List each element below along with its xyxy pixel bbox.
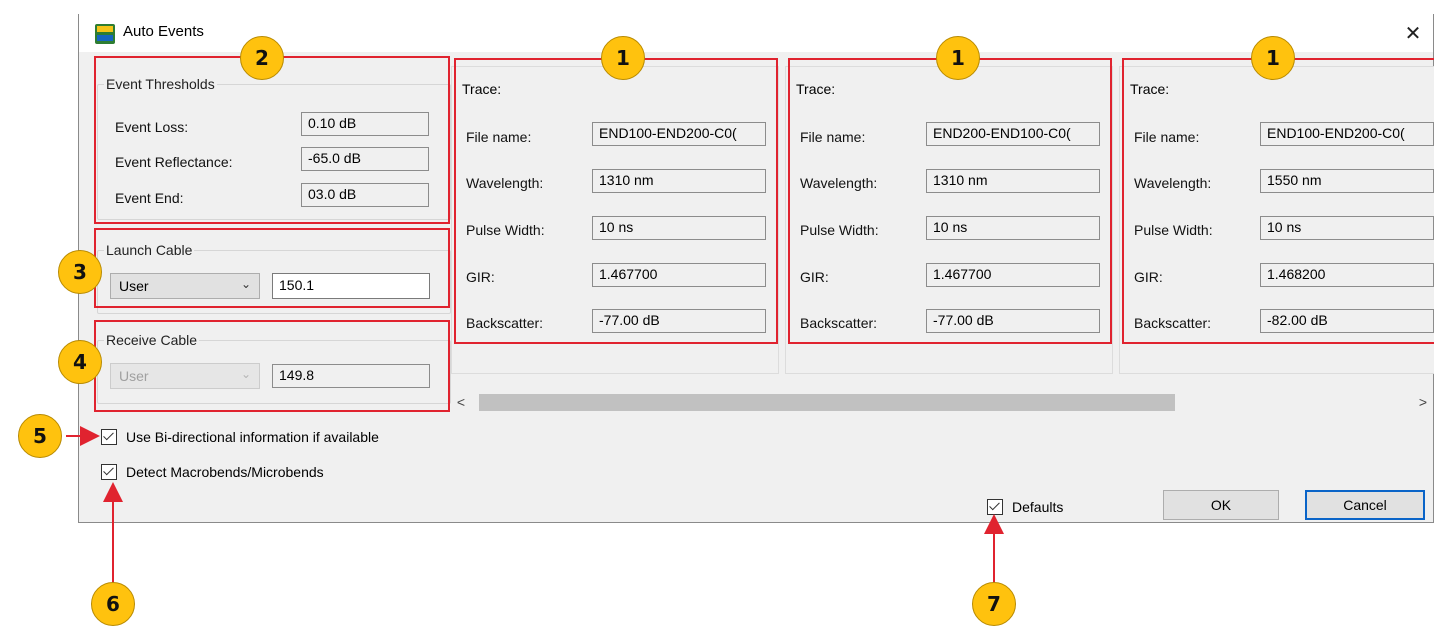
callout-badge: 1 (936, 36, 980, 80)
callout-badge: 3 (58, 250, 102, 294)
callout-badge: 4 (58, 340, 102, 384)
callout-badge: 1 (1251, 36, 1295, 80)
callout-badge: 1 (601, 36, 645, 80)
callout-arrows (66, 426, 1004, 583)
callout-badge: 5 (18, 414, 62, 458)
callout-badge: 7 (972, 582, 1016, 626)
callout-badge: 2 (240, 36, 284, 80)
callout-badge: 6 (91, 582, 135, 626)
